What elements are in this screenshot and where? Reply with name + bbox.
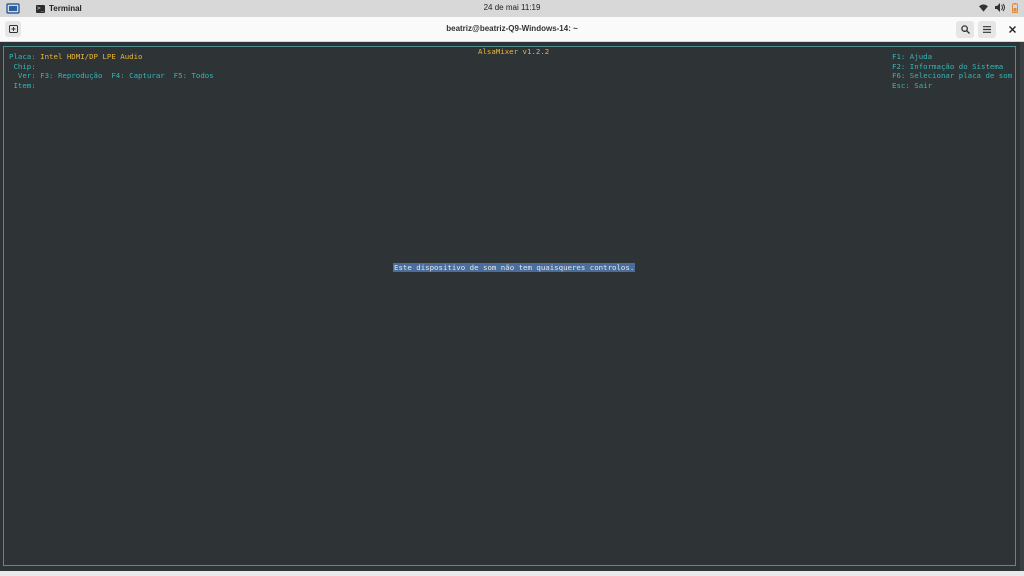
chip-label: Chip: bbox=[9, 61, 36, 71]
no-controls-message: Este dispositivo de som não tem quaisque… bbox=[393, 263, 636, 272]
terminal-view[interactable]: AlsaMixer v1.2.2 Placa: Intel HDMI/DP LP… bbox=[0, 42, 1024, 576]
window-headerbar: beatriz@beatriz-Q9-Windows-14: ~ bbox=[0, 17, 1024, 42]
system-tray[interactable] bbox=[979, 2, 1018, 15]
volume-icon bbox=[995, 3, 1005, 14]
clock[interactable]: 24 de mai 11:19 bbox=[0, 3, 1024, 12]
terminal-scrollbar[interactable] bbox=[1020, 42, 1024, 576]
wifi-icon bbox=[979, 3, 988, 14]
alsamixer-frame: AlsaMixer v1.2.2 bbox=[3, 46, 1016, 566]
view-options: F3: Reprodução F4: Capturar F5: Todos bbox=[40, 71, 214, 80]
hamburger-menu-icon bbox=[983, 26, 991, 33]
close-icon bbox=[1008, 26, 1016, 33]
item-label: Item: bbox=[9, 80, 36, 90]
search-icon bbox=[960, 25, 970, 34]
battery-icon bbox=[1012, 2, 1018, 15]
system-top-bar: >_ Terminal 24 de mai 11:19 bbox=[0, 0, 1024, 17]
window-bottom-edge bbox=[0, 571, 1024, 576]
view-line: Ver: F3: Reprodução F4: Capturar F5: Tod… bbox=[9, 71, 214, 80]
help-f1: F1: Ajuda bbox=[892, 52, 933, 61]
help-f2: F2: Informação do Sistema bbox=[892, 61, 1004, 71]
alsamixer-title: AlsaMixer v1.2.2 bbox=[475, 47, 553, 56]
search-button[interactable] bbox=[956, 21, 974, 38]
window-title: beatriz@beatriz-Q9-Windows-14: ~ bbox=[446, 24, 578, 33]
help-f6: F6: Selecionar placa de som bbox=[892, 71, 1013, 80]
card-value: Intel HDMI/DP LPE Audio bbox=[40, 52, 143, 61]
view-label: Ver: bbox=[9, 71, 36, 80]
help-esc: Esc: Sair bbox=[892, 80, 933, 90]
close-button[interactable] bbox=[1003, 21, 1021, 38]
card-line: Placa: Intel HDMI/DP LPE Audio bbox=[9, 52, 143, 61]
card-label: Placa: bbox=[9, 52, 36, 61]
menu-button[interactable] bbox=[978, 21, 996, 38]
